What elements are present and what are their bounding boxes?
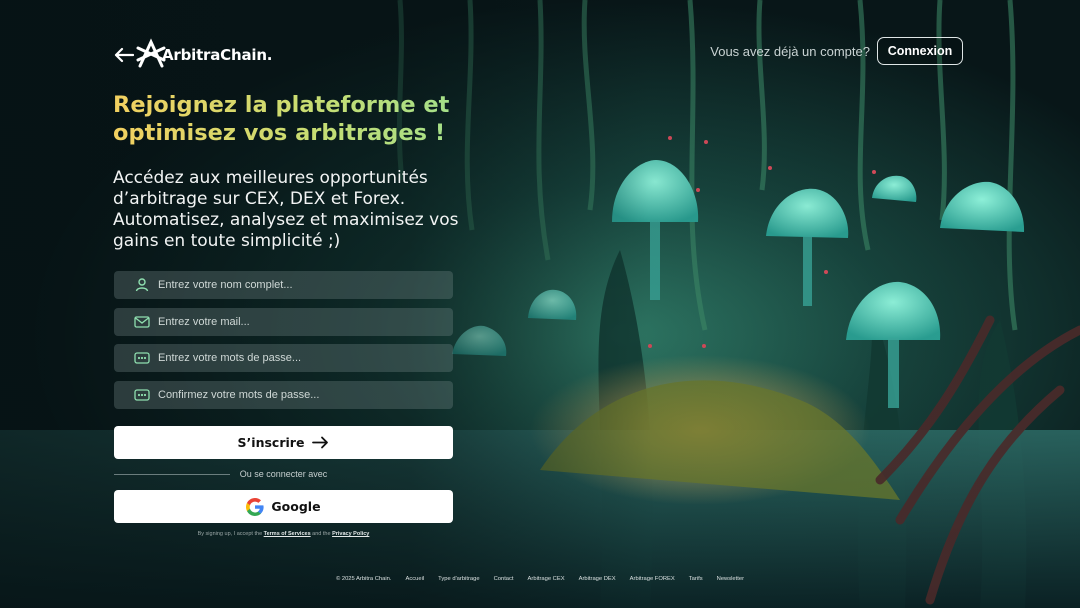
footer-link-tarifs[interactable]: Tarifs [689, 576, 703, 582]
google-label: Google [271, 499, 321, 514]
google-signin-button[interactable]: Google [114, 490, 453, 523]
password-input[interactable] [158, 344, 453, 372]
privacy-policy-link[interactable]: Privacy Policy [332, 531, 369, 537]
email-field[interactable] [114, 308, 453, 336]
footer-link-newsletter[interactable]: Newsletter [717, 576, 744, 582]
password-icon [134, 350, 150, 366]
terms-and: and the [312, 531, 331, 537]
footer-link-type-arbitrage[interactable]: Type d'arbitrage [438, 576, 479, 582]
mail-icon [134, 314, 150, 330]
have-account-text: Vous avez déjà un compte? [710, 44, 870, 59]
intro-text: Accédez aux meilleures opportunités d’ar… [113, 168, 459, 251]
arrow-right-icon [312, 436, 329, 449]
google-icon [246, 497, 265, 516]
footer-link-arbitrage-forex[interactable]: Arbitrage FOREX [630, 576, 675, 582]
footer-link-contact[interactable]: Contact [494, 576, 514, 582]
footer-link-arbitrage-cex[interactable]: Arbitrage CEX [528, 576, 565, 582]
page-title: Rejoignez la plateforme et optimisez vos… [113, 92, 473, 147]
login-button[interactable]: Connexion [877, 37, 963, 65]
signup-button[interactable]: S’inscrire [114, 426, 453, 459]
footer-link-arbitrage-dex[interactable]: Arbitrage DEX [579, 576, 616, 582]
back-button[interactable] [112, 44, 136, 66]
divider-text: Ou se connecter avec [239, 469, 328, 479]
password-icon [134, 387, 150, 403]
divider-line [114, 473, 230, 475]
user-icon [134, 277, 150, 293]
footer: © 2025 Arbitra Chain. Accueil Type d'arb… [0, 576, 1080, 582]
confirm-password-field[interactable] [114, 381, 453, 409]
password-field[interactable] [114, 344, 453, 372]
full-name-input[interactable] [158, 271, 453, 299]
full-name-field[interactable] [114, 271, 453, 299]
confirm-password-input[interactable] [158, 381, 453, 409]
arrow-left-icon [114, 47, 134, 63]
terms-notice: By signing up, I accept the Terms of Ser… [114, 531, 453, 537]
brand-name: ArbitraChain. [162, 46, 273, 64]
footer-copyright: © 2025 Arbitra Chain. [335, 576, 392, 582]
terms-prefix: By signing up, I accept the [197, 531, 263, 537]
or-divider: Ou se connecter avec [114, 468, 453, 480]
email-input[interactable] [158, 308, 453, 336]
brand-logo[interactable]: ArbitraChain. [136, 38, 273, 70]
footer-link-accueil[interactable]: Accueil [405, 576, 424, 582]
signup-label: S’inscrire [237, 435, 305, 450]
terms-of-service-link[interactable]: Terms of Services [264, 531, 311, 537]
